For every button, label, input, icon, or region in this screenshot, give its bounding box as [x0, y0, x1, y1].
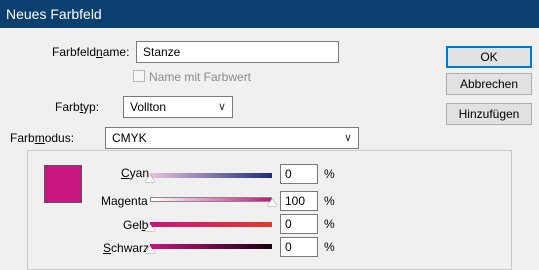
- color-mode-select[interactable]: CMYK ∨: [105, 127, 359, 149]
- color-type-value: Vollton: [130, 100, 167, 114]
- name-label-post: ame:: [102, 45, 130, 59]
- yellow-slider-thumb[interactable]: [145, 224, 155, 231]
- chevron-down-icon: ∨: [217, 101, 226, 113]
- window-title: Neues Farbfeld: [6, 6, 102, 22]
- magenta-label: Magenta: [101, 194, 148, 208]
- color-type-select[interactable]: Vollton ∨: [123, 96, 233, 118]
- magenta-value-input[interactable]: 100: [280, 191, 318, 211]
- cyan-slider-track[interactable]: [150, 173, 272, 178]
- black-slider-thumb[interactable]: [145, 246, 155, 253]
- name-with-color-label: Name mit Farbwert: [149, 70, 252, 84]
- type-label-post: yp:: [83, 100, 100, 114]
- name-label-mnemonic: n: [96, 45, 103, 59]
- name-label-pre: Farbfeld: [52, 45, 97, 59]
- name-with-color-checkbox[interactable]: [133, 70, 145, 82]
- yellow-unit: %: [324, 217, 335, 231]
- magenta-slider-thumb[interactable]: [267, 199, 277, 206]
- black-unit: %: [324, 240, 335, 254]
- black-value-input[interactable]: 0: [280, 237, 318, 257]
- color-panel: [27, 150, 512, 270]
- type-label-pre: Farb: [55, 100, 80, 114]
- cyan-label-mnemonic: C: [121, 166, 130, 180]
- magenta-unit: %: [324, 194, 335, 208]
- yellow-value-input[interactable]: 0: [280, 214, 318, 234]
- title-bar: Neues Farbfeld: [0, 0, 539, 28]
- magenta-label-pre: Ma: [101, 194, 118, 208]
- ok-button[interactable]: OK: [446, 46, 532, 68]
- black-label-post: chwarz: [111, 241, 150, 255]
- color-mode-value: CMYK: [112, 131, 147, 145]
- black-slider-track[interactable]: [150, 244, 272, 249]
- magenta-label-post: enta: [124, 194, 148, 208]
- cyan-value-input[interactable]: 0: [280, 164, 318, 184]
- black-label: Schwarz: [103, 241, 149, 255]
- cyan-unit: %: [324, 167, 335, 181]
- mode-label-mnemonic: m: [34, 131, 45, 145]
- mode-label: Farbmodus:: [10, 131, 74, 145]
- name-label: Farbfeldname:: [52, 45, 129, 59]
- add-button[interactable]: Hinzufügen: [446, 103, 532, 125]
- swatch-name-input[interactable]: Stanze: [136, 41, 339, 63]
- cancel-button[interactable]: Abbrechen: [446, 73, 532, 95]
- mode-label-pre: Farb: [10, 131, 35, 145]
- yellow-slider-track[interactable]: [150, 222, 272, 227]
- mode-label-post: odus:: [44, 131, 75, 145]
- magenta-slider-track[interactable]: [150, 197, 272, 202]
- chevron-down-icon: ∨: [343, 132, 352, 144]
- cyan-slider-thumb[interactable]: [145, 175, 155, 182]
- color-preview-swatch: [44, 165, 82, 203]
- black-label-mnemonic: S: [103, 241, 112, 255]
- yellow-label-pre: Gel: [123, 218, 142, 232]
- type-label: Farbtyp:: [55, 100, 99, 114]
